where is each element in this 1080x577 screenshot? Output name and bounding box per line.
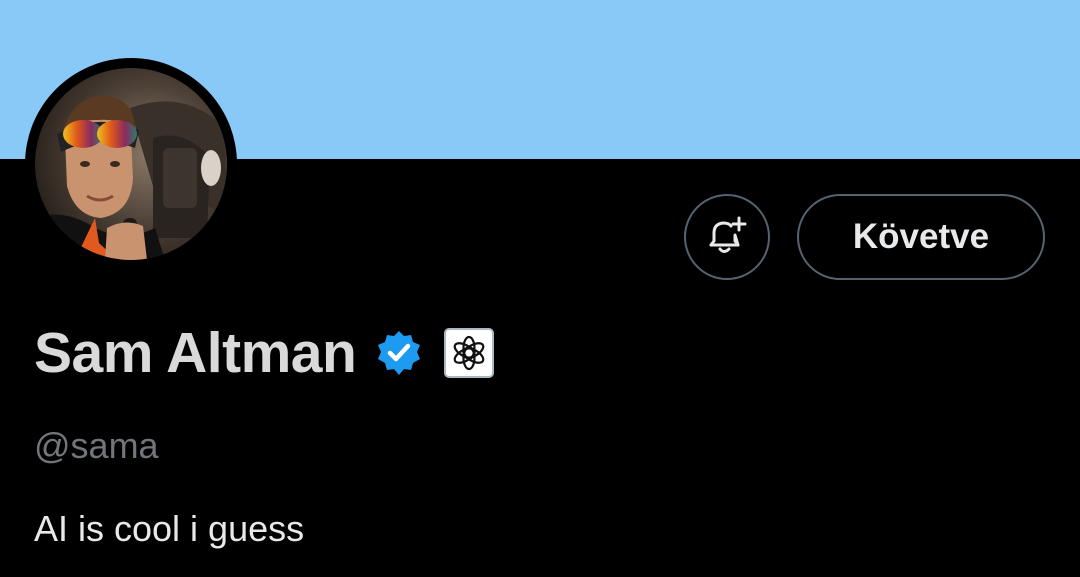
bell-plus-icon — [709, 216, 747, 253]
avatar[interactable] — [35, 68, 227, 260]
notifications-button[interactable] — [684, 194, 770, 280]
openai-logo-icon[interactable] — [444, 328, 495, 378]
verified-checkmark-icon[interactable] — [374, 328, 424, 378]
name-row: Sam Altman — [34, 318, 495, 388]
following-button-label: Követve — [852, 217, 990, 256]
profile-bio: AI is cool i guess — [34, 508, 305, 549]
user-handle: @sama — [34, 425, 159, 466]
profile-header: Követve Sam Altman @sama AI is cool i gu… — [0, 0, 1080, 577]
avatar-photo — [35, 68, 227, 260]
following-button[interactable]: Követve — [797, 194, 1045, 280]
display-name: Sam Altman — [34, 321, 357, 385]
